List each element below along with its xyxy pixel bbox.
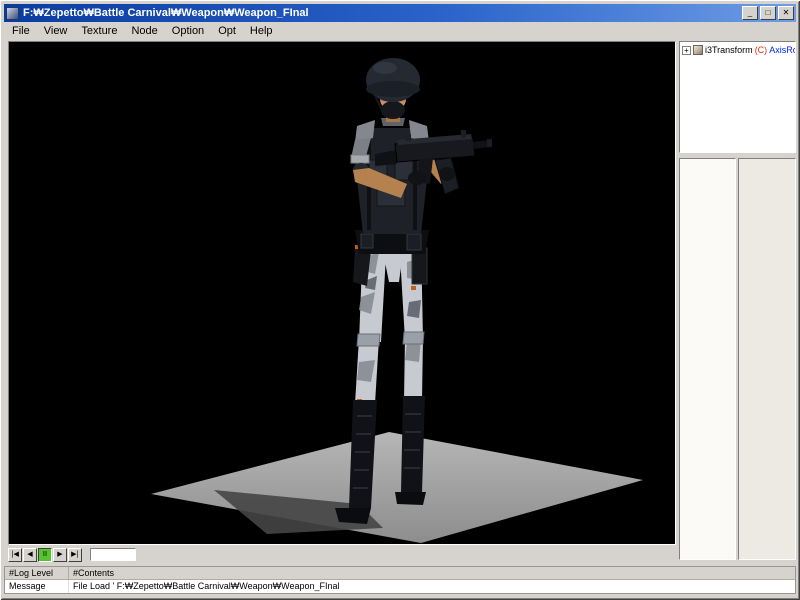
menu-node[interactable]: Node	[124, 23, 164, 39]
app-icon	[6, 7, 19, 20]
log-header-row: #Log Level #Contents	[5, 567, 795, 580]
minimize-button[interactable]: _	[742, 6, 758, 20]
log-row[interactable]: Message File Load ' F:₩Zepetto₩Battle Ca…	[5, 580, 795, 593]
maximize-button[interactable]: □	[760, 6, 776, 20]
log-header-level[interactable]: #Log Level	[5, 567, 69, 579]
step-back-button[interactable]: ◀	[23, 548, 37, 562]
tree-node-i3transform[interactable]: + i3Transform (C) AxisRotate	[682, 45, 793, 55]
scene-render	[9, 42, 675, 544]
last-frame-button[interactable]: ▶|	[68, 548, 82, 562]
side-panel-left	[679, 158, 736, 560]
tree-node-label[interactable]: i3Transform	[705, 45, 753, 55]
frame-input[interactable]	[90, 548, 136, 561]
floor-platform	[151, 432, 643, 543]
menu-view[interactable]: View	[37, 23, 75, 39]
playback-controls: |◀ ◀ II ▶ ▶|	[8, 547, 136, 562]
menu-texture[interactable]: Texture	[74, 23, 124, 39]
menu-help[interactable]: Help	[243, 23, 280, 39]
window-title: F:₩Zepetto₩Battle Carnival₩Weapon₩Weapon…	[23, 7, 738, 19]
transform-node-icon	[693, 45, 703, 55]
menu-option[interactable]: Option	[165, 23, 211, 39]
app-window: F:₩Zepetto₩Battle Carnival₩Weapon₩Weapon…	[0, 0, 800, 600]
menu-opt[interactable]: Opt	[211, 23, 243, 39]
first-frame-button[interactable]: |◀	[8, 548, 22, 562]
tree-node-tag: (C)	[755, 45, 768, 55]
log-row-level: Message	[5, 580, 69, 593]
log-row-contents: File Load ' F:₩Zepetto₩Battle Carnival₩W…	[69, 580, 795, 593]
viewport-3d[interactable]	[8, 41, 676, 545]
pause-button[interactable]: II	[38, 548, 52, 562]
menu-file[interactable]: File	[5, 23, 37, 39]
log-panel: #Log Level #Contents Message File Load '…	[4, 566, 796, 594]
menu-bar: File View Texture Node Option Opt Help	[4, 22, 796, 39]
log-header-contents[interactable]: #Contents	[69, 567, 795, 579]
side-panel-right	[738, 158, 796, 560]
scene-tree-panel: + i3Transform (C) AxisRotate	[679, 41, 796, 153]
close-button[interactable]: ✕	[778, 6, 794, 20]
tree-node-link[interactable]: AxisRotate	[769, 45, 796, 55]
step-forward-button[interactable]: ▶	[53, 548, 67, 562]
window-controls: _ □ ✕	[742, 6, 794, 20]
titlebar[interactable]: F:₩Zepetto₩Battle Carnival₩Weapon₩Weapon…	[4, 4, 796, 22]
tree-expander-icon[interactable]: +	[682, 46, 691, 55]
